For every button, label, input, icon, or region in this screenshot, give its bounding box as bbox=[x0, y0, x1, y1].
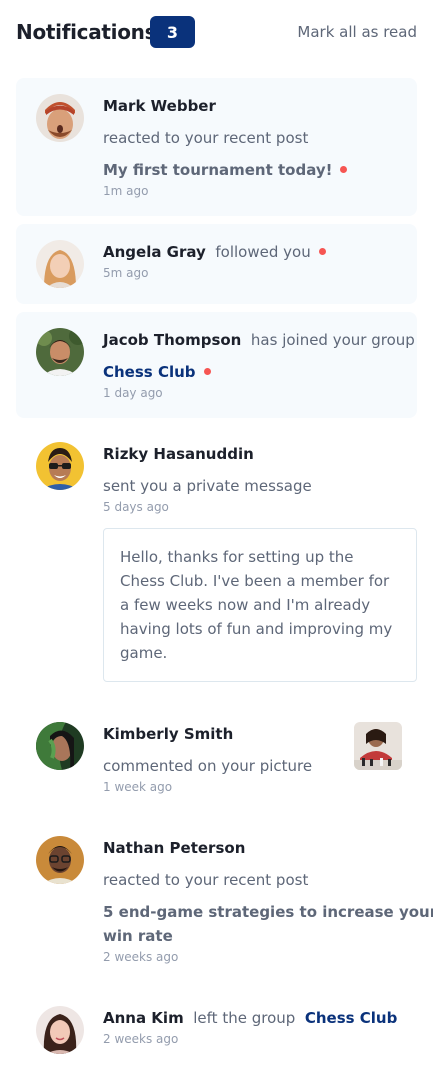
notification-text: Jacob Thompson has joined your group bbox=[103, 331, 415, 349]
avatar-nathan-peterson-icon[interactable] bbox=[36, 836, 84, 884]
notification-text: Mark Webber bbox=[103, 97, 216, 115]
timestamp: 1 week ago bbox=[103, 780, 173, 794]
notification-post-line: 5 end-game strategies to increase your bbox=[103, 903, 433, 921]
notification-item[interactable]: Kimberly Smith commented on your picture… bbox=[16, 706, 417, 806]
notification-item[interactable]: Mark Webber reacted to your recent post … bbox=[16, 78, 417, 216]
notification-text: Angela Gray followed you bbox=[103, 243, 326, 261]
notification-action: sent you a private message bbox=[103, 477, 312, 495]
user-name[interactable]: Anna Kim bbox=[103, 1009, 184, 1027]
commented-picture-thumbnail[interactable] bbox=[354, 722, 402, 770]
post-link[interactable]: 5 end-game strategies to increase your bbox=[103, 903, 433, 921]
user-name[interactable]: Nathan Peterson bbox=[103, 839, 245, 857]
unread-dot-icon bbox=[340, 166, 348, 173]
post-link[interactable]: My first tournament today! bbox=[103, 161, 332, 179]
timestamp: 5m ago bbox=[103, 266, 149, 280]
message-line: having lots of fun and improving my bbox=[120, 620, 393, 638]
user-name[interactable]: Kimberly Smith bbox=[103, 725, 233, 743]
group-link[interactable]: Chess Club bbox=[103, 363, 196, 381]
notification-post-line: My first tournament today! bbox=[103, 161, 348, 179]
avatar-kimberly-smith-icon[interactable] bbox=[36, 722, 84, 770]
user-name[interactable]: Rizky Hasanuddin bbox=[103, 445, 254, 463]
message-line: a few weeks now and I'm already bbox=[120, 596, 371, 614]
notification-text: Kimberly Smith bbox=[103, 725, 233, 743]
avatar-anna-kim-icon[interactable] bbox=[36, 1006, 84, 1054]
notification-text: Nathan Peterson bbox=[103, 839, 245, 857]
notification-item[interactable]: Angela Gray followed you 5m ago bbox=[16, 224, 417, 304]
notification-post-line: win rate bbox=[103, 927, 173, 945]
user-name[interactable]: Mark Webber bbox=[103, 97, 216, 115]
timestamp: 5 days ago bbox=[103, 500, 169, 514]
post-link[interactable]: win rate bbox=[103, 927, 173, 945]
notification-action: followed you bbox=[215, 243, 311, 261]
avatar-mark-webber-icon[interactable] bbox=[36, 94, 84, 142]
notification-action: reacted to your recent post bbox=[103, 129, 309, 147]
message-line: game. bbox=[120, 644, 168, 662]
user-name[interactable]: Jacob Thompson bbox=[103, 331, 241, 349]
avatar-jacob-thompson-icon[interactable] bbox=[36, 328, 84, 376]
message-line: Hello, thanks for setting up the bbox=[120, 548, 354, 566]
notification-text: Rizky Hasanuddin bbox=[103, 445, 254, 463]
notification-item[interactable]: Nathan Peterson reacted to your recent p… bbox=[16, 820, 433, 970]
unread-count-badge: 3 bbox=[150, 16, 195, 48]
notification-action: left the group bbox=[193, 1009, 296, 1027]
message-line: Chess Club. I've been a member for bbox=[120, 572, 390, 590]
avatar-angela-gray-icon[interactable] bbox=[36, 240, 84, 288]
timestamp: 1 day ago bbox=[103, 386, 163, 400]
avatar-rizky-hasanuddin-icon[interactable] bbox=[36, 442, 84, 490]
notification-action: commented on your picture bbox=[103, 757, 313, 775]
unread-dot-icon bbox=[318, 248, 326, 255]
notification-text: Anna Kim left the group Chess Club bbox=[103, 1009, 397, 1027]
timestamp: 2 weeks ago bbox=[103, 1032, 179, 1046]
unread-dot-icon bbox=[203, 368, 211, 375]
notification-action: reacted to your recent post bbox=[103, 871, 309, 889]
group-link[interactable]: Chess Club bbox=[305, 1009, 398, 1027]
mark-all-as-read-button[interactable]: Mark all as read bbox=[297, 23, 417, 41]
timestamp: 1m ago bbox=[103, 184, 149, 198]
notification-group-line: Chess Club bbox=[103, 363, 211, 381]
private-message-box[interactable]: Hello, thanks for setting up the Chess C… bbox=[103, 528, 417, 682]
notification-item[interactable]: Anna Kim left the group Chess Club 2 wee… bbox=[16, 990, 417, 1070]
notification-action: has joined your group bbox=[250, 331, 415, 349]
notification-item[interactable]: Rizky Hasanuddin sent you a private mess… bbox=[16, 426, 417, 692]
page-title: Notifications bbox=[16, 20, 157, 44]
user-name[interactable]: Angela Gray bbox=[103, 243, 206, 261]
notification-item[interactable]: Jacob Thompson has joined your group Che… bbox=[16, 312, 417, 418]
timestamp: 2 weeks ago bbox=[103, 950, 179, 964]
notifications-header: Notifications 3 Mark all as read bbox=[16, 16, 417, 48]
